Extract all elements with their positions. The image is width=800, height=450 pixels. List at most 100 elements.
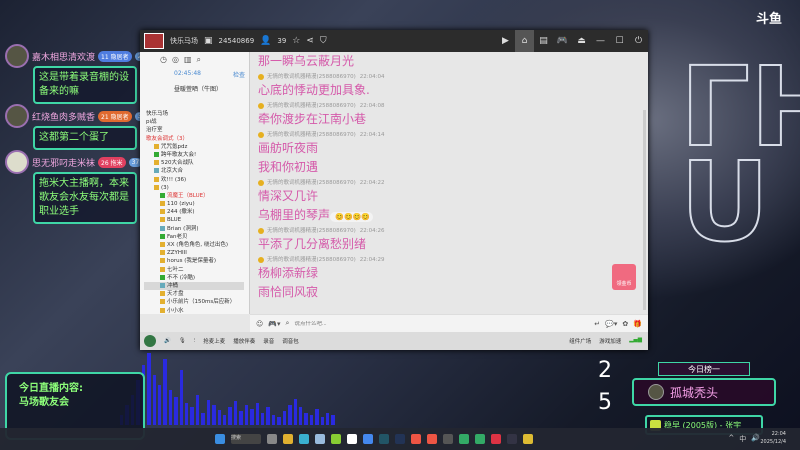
rank-user: 孤城秃头 — [670, 385, 719, 400]
chat-input[interactable] — [294, 320, 590, 327]
channel-tree-item[interactable]: 七叶二 — [144, 266, 244, 274]
emoji-icon[interactable]: ☺ — [256, 320, 263, 328]
channel-tree-item[interactable]: 跨年歌友大会! — [144, 151, 244, 159]
app-icon[interactable] — [427, 434, 437, 444]
sender-name[interactable]: 无情的歌词机器精漫(2588086970) — [267, 132, 356, 138]
app-icon[interactable] — [459, 434, 469, 444]
channel-tree[interactable]: 快乐马场 pi战 治疗室 歌友会调式（3） 咒咒氪pdz 跨年歌友大会! 520大合战队 北京… — [144, 110, 244, 314]
channel-tree-item[interactable]: 冲桶 — [144, 281, 244, 291]
search-box[interactable]: 搜索 — [231, 434, 261, 444]
chat-bubble-icon[interactable]: 💬▾ — [605, 320, 617, 328]
search-icon[interactable]: ⌕ — [197, 55, 201, 65]
search-icon[interactable]: ⌕ — [286, 319, 290, 328]
power-icon[interactable]: ⏻ — [629, 30, 648, 52]
mic-icon[interactable]: 🎙 — [179, 338, 186, 344]
edge-icon[interactable] — [299, 434, 309, 444]
dock-icon[interactable]: ⏏ — [572, 30, 591, 52]
shield-icon[interactable]: ⛉ — [320, 36, 327, 46]
record-button[interactable]: 录音 — [263, 337, 274, 345]
sender-name[interactable]: 无情的歌词机器精漫(2588086970) — [267, 74, 356, 80]
app-icon[interactable] — [379, 434, 389, 444]
game-boost-button[interactable]: 游戏加速 — [599, 337, 621, 345]
lyric-line: 平添了几分离愁别绪 — [258, 235, 640, 254]
gamepad-icon[interactable]: 🎮▾ — [268, 320, 280, 328]
username: 嘉木相思清欢渡 — [32, 52, 96, 63]
xbox-icon[interactable] — [331, 434, 341, 444]
channel-tree-label: 咒咒氪pdz — [161, 143, 188, 150]
app-icon[interactable] — [491, 434, 501, 444]
steam-icon[interactable] — [395, 434, 405, 444]
channel-tree-item[interactable]: 不不 (冷酷) — [144, 274, 244, 282]
clock[interactable]: 22:04 2025/12/4 — [760, 430, 786, 446]
history-icon[interactable]: ◷ — [160, 55, 167, 65]
channel-tree-item[interactable]: ZZYHIII — [144, 249, 244, 257]
flower-icon[interactable]: ✿ — [622, 320, 628, 328]
channel-tree-item[interactable]: pi战 — [144, 118, 244, 126]
plugin-plaza-button[interactable]: 组件广场 — [569, 337, 591, 345]
sender-name[interactable]: 无情的歌词机器精漫(2588086970) — [267, 180, 356, 186]
channel-tree-item[interactable]: 110 (ziyu) — [144, 200, 244, 208]
channel-tree-item[interactable]: horus (我是保量者) — [144, 257, 244, 265]
channel-tree-item[interactable]: 北京大合 — [144, 167, 244, 175]
gamepad-icon[interactable]: 🎮 — [553, 30, 572, 52]
list-icon[interactable]: ▤ — [534, 30, 553, 52]
system-tray[interactable]: ^ 中 🔊 — [728, 434, 760, 444]
gold-coin-button[interactable]: 领金币 — [612, 264, 636, 290]
sender-name[interactable]: 无情的歌词机器精漫(2588086970) — [267, 103, 356, 109]
store-icon[interactable] — [315, 434, 325, 444]
reaction-icons[interactable]: 😊😊😊😊 — [330, 212, 374, 222]
channel-tree-label: BLUE — [167, 217, 182, 224]
sender-name[interactable]: 无情的歌词机器精漫(2588086970) — [267, 228, 356, 234]
share-icon[interactable]: ⋖ — [306, 36, 314, 46]
mic-queue-button[interactable]: 抢麦上麦 — [203, 337, 225, 345]
sender-name[interactable]: 无情的歌词机器精漫(2588086970) — [267, 257, 356, 263]
home-icon[interactable]: ⌂ — [515, 30, 534, 52]
accompany-button[interactable]: 播放伴奏 — [233, 337, 255, 345]
mixer-icon[interactable]: ⫶ — [194, 338, 195, 345]
volume-icon[interactable]: 🔊 — [751, 434, 760, 444]
channel-tree-item[interactable]: BLUE — [144, 216, 244, 224]
minimize-icon[interactable]: — — [591, 30, 610, 52]
channel-tree-item[interactable]: XX (角色角色, 绕过出色) — [144, 241, 244, 249]
maximize-icon[interactable]: ☐ — [610, 30, 629, 52]
check-link[interactable]: 检查 — [233, 70, 245, 79]
channel-tree-item[interactable]: 小乐前片（150ms后应新） — [144, 298, 244, 306]
notice-icon[interactable]: ▥ — [184, 55, 192, 65]
channel-tree-item[interactable]: 520大合战队 — [144, 159, 244, 167]
gift-icon[interactable]: 🎁 — [633, 320, 642, 328]
speaker-icon[interactable]: 🔊 — [164, 338, 171, 344]
enter-icon[interactable]: ↵ — [594, 320, 600, 328]
task-view-icon[interactable] — [267, 434, 277, 444]
channel-tree-item[interactable]: 流魔王（BLUE） — [144, 192, 244, 200]
visualizer-bar — [255, 403, 259, 425]
scrollbar[interactable] — [643, 110, 646, 310]
voice-chat-window: 快乐马场 ▣ 24540869 👤 39 ☆ ⋖ ⛉ ▶ ⌂ ▤ 🎮 ⏏ — ☐ ⏻ ◷ ◎ ▥ ⌕ 02:… — [140, 30, 648, 350]
channel-tree-item[interactable]: 欢!!! (36) — [144, 176, 244, 184]
app-icon[interactable] — [507, 434, 517, 444]
timer: 02:45:48 — [174, 70, 201, 77]
app-icon[interactable] — [411, 434, 421, 444]
channel-tree-item[interactable]: 快乐马场 — [144, 110, 244, 118]
visualizer-bar — [326, 413, 330, 425]
channel-tree-item[interactable]: 244 (撒米) — [144, 208, 244, 216]
video-icon[interactable]: ▶ — [496, 30, 515, 52]
channel-tree-item[interactable]: 天才盘 — [144, 290, 244, 298]
app-icon[interactable] — [523, 434, 533, 444]
explorer-icon[interactable] — [283, 434, 293, 444]
channel-tree-item[interactable]: Brian (洞洞) — [144, 225, 244, 233]
ime-indicator[interactable]: 中 — [739, 434, 746, 444]
channel-tree-item[interactable]: 歌友会调式（3） — [144, 135, 244, 143]
app-icon[interactable] — [475, 434, 485, 444]
sound-pack-button[interactable]: 调音包 — [282, 337, 299, 345]
channel-tree-item[interactable]: 咒咒氪pdz — [144, 143, 244, 151]
channel-tree-item[interactable]: Fan老贝 — [144, 233, 244, 241]
start-icon[interactable] — [215, 434, 225, 444]
channel-tree-item[interactable]: 小小水 — [144, 307, 244, 315]
app-icon[interactable] — [363, 434, 373, 444]
channel-tree-item[interactable]: 治疗室 — [144, 126, 244, 134]
channel-tree-item[interactable]: (3) — [144, 184, 244, 192]
star-icon[interactable]: ☆ — [292, 36, 300, 46]
obs-icon[interactable] — [443, 434, 453, 444]
qq-icon[interactable] — [347, 434, 357, 444]
location-icon[interactable]: ◎ — [172, 55, 179, 65]
